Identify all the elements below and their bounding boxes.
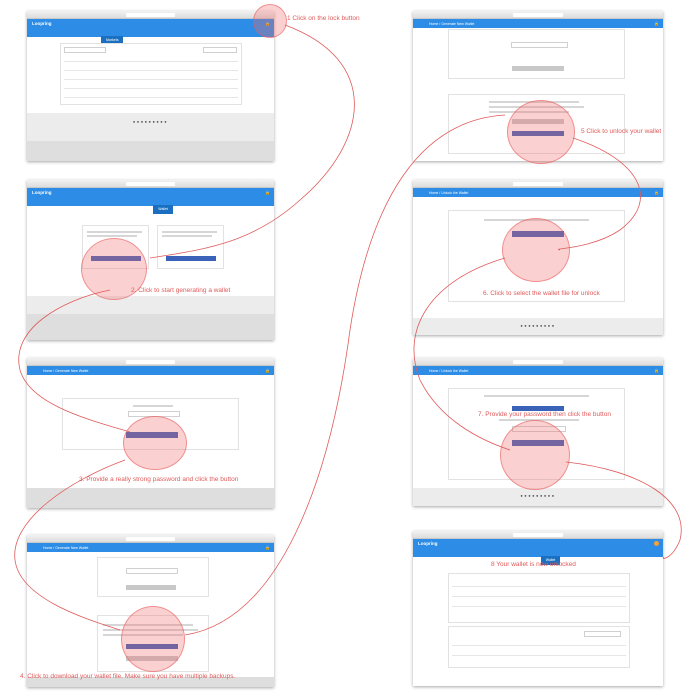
arrow-step-4 <box>184 114 506 636</box>
arrow-step-5 <box>558 137 641 251</box>
arrow-step-1 <box>149 24 355 259</box>
arrow-step-6 <box>413 257 511 451</box>
arrow-step-7 <box>565 461 682 559</box>
arrow-step-2 <box>18 289 131 433</box>
arrow-step-3 <box>14 459 126 631</box>
connector-arrows <box>14 24 682 636</box>
